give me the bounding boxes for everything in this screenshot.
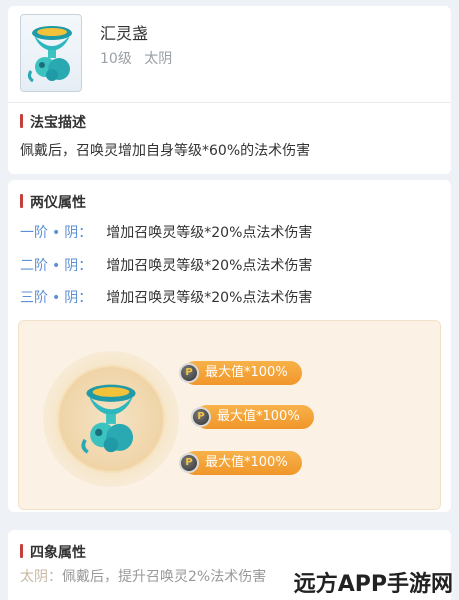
attr-yin: 阴： <box>64 290 93 306</box>
attr-tier: 一阶 <box>20 225 48 241</box>
item-header: 汇灵盏 10级 太阴 <box>8 6 451 98</box>
description-text: 佩戴后，召唤灵增加自身等级*60%的法术伤害 <box>20 143 311 159</box>
jade-cup-icon <box>81 384 136 454</box>
attr-value: 增加召唤灵等级*20%点法术伤害 <box>106 225 313 241</box>
attr-tier: 二阶 <box>20 258 48 274</box>
item-thumbnail[interactable] <box>20 14 82 92</box>
attr-row: 一阶 • 阴： 增加召唤灵等级*20%点法术伤害 <box>20 222 312 242</box>
liangyi-card: 两仪属性 一阶 • 阴： 增加召唤灵等级*20%点法术伤害 二阶 • 阴： 增加召唤灵等级*… <box>8 180 451 512</box>
attr-sep: • <box>52 258 61 274</box>
coin-icon: P <box>179 453 199 473</box>
item-meta: 10级 太阴 <box>100 48 172 68</box>
coin-icon: P <box>179 363 199 383</box>
sixiang-value: 佩戴后，提升召唤灵2%法术伤害 <box>62 569 267 585</box>
coin-icon: P <box>191 407 211 427</box>
item-card: 汇灵盏 10级 太阴 法宝描述 佩戴后，召唤灵增加自身等级*60%的法术伤害 <box>8 6 451 174</box>
attr-tier: 三阶 <box>20 290 48 306</box>
sixiang-tier: 太阴： <box>20 569 62 585</box>
bonus-pill[interactable]: P 最大值*100% <box>179 451 302 475</box>
section-title-sixiang: 四象属性 <box>20 542 86 562</box>
bonus-label: 最大值*100% <box>205 455 288 470</box>
bonus-panel: P 最大值*100% P 最大值*100% P 最大值*100% <box>18 320 441 510</box>
orb-core <box>57 365 165 473</box>
item-name: 汇灵盏 <box>100 24 149 43</box>
attr-yin: 阴： <box>64 258 93 274</box>
attr-row: 二阶 • 阴： 增加召唤灵等级*20%点法术伤害 <box>20 255 312 275</box>
attr-yin: 阴： <box>64 225 93 241</box>
attr-row: 三阶 • 阴： 增加召唤灵等级*20%点法术伤害 <box>20 287 312 307</box>
item-element: 太阴 <box>144 51 173 67</box>
watermark: 远方APP手游网 <box>293 572 453 597</box>
bonus-pill[interactable]: P 最大值*100% <box>179 361 302 385</box>
attr-sep: • <box>52 290 61 306</box>
section-title-liangyi: 两仪属性 <box>20 192 86 212</box>
attr-value: 增加召唤灵等级*20%点法术伤害 <box>106 290 313 306</box>
item-level: 10级 <box>100 51 132 67</box>
attr-value: 增加召唤灵等级*20%点法术伤害 <box>106 258 313 274</box>
bonus-label: 最大值*100% <box>205 365 288 380</box>
divider <box>8 102 451 103</box>
bonus-pill[interactable]: P 最大值*100% <box>191 405 314 429</box>
sixiang-row: 太阴：佩戴后，提升召唤灵2%法术伤害 <box>20 566 266 586</box>
attr-sep: • <box>52 225 61 241</box>
jade-cup-icon <box>27 26 72 83</box>
section-title-description: 法宝描述 <box>20 112 86 132</box>
bonus-label: 最大值*100% <box>217 409 300 424</box>
